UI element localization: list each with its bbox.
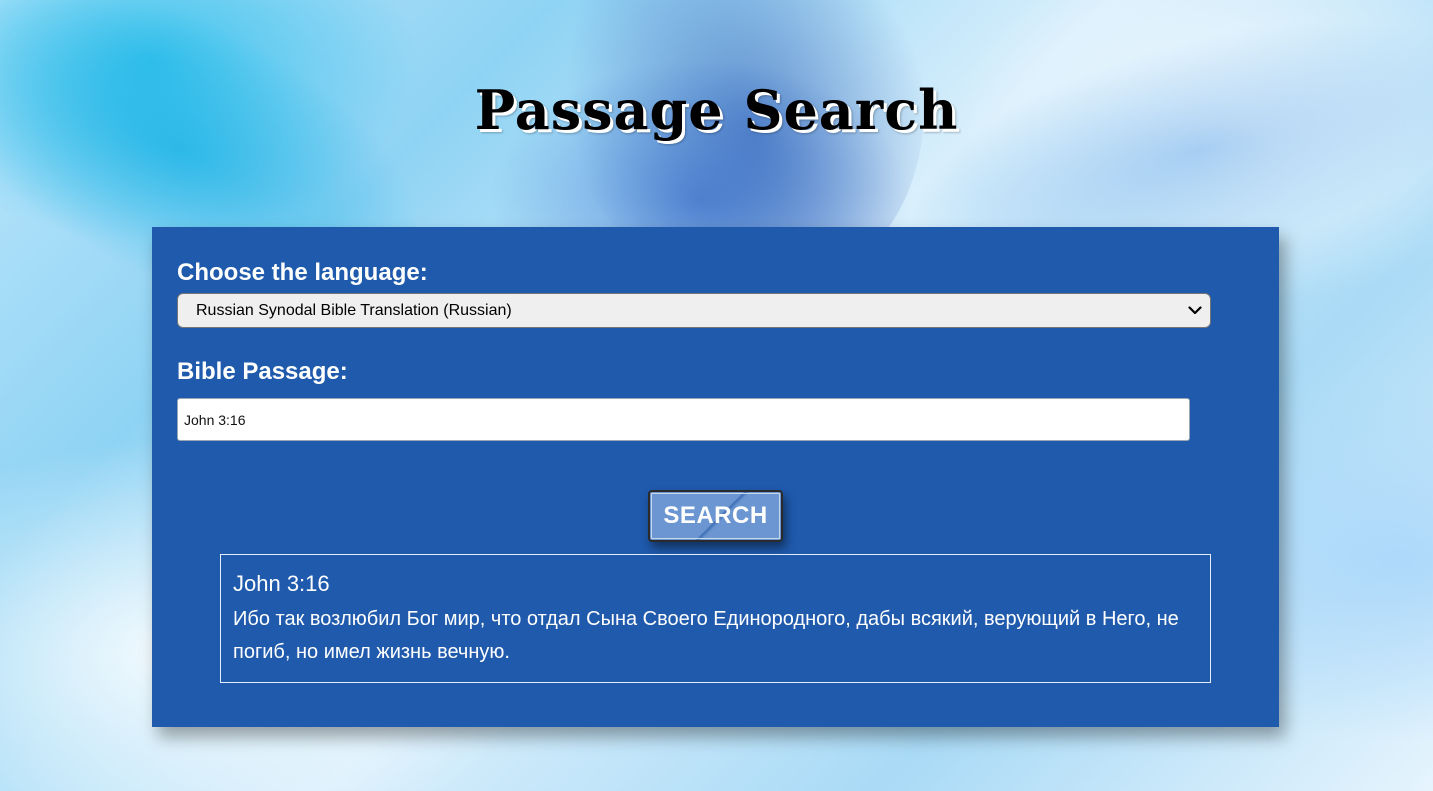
language-select[interactable]: Russian Synodal Bible Translation (Russi…	[177, 293, 1211, 328]
passage-input[interactable]	[177, 398, 1190, 441]
language-label: Choose the language:	[177, 259, 428, 286]
search-panel: Choose the language: Russian Synodal Bib…	[152, 227, 1279, 727]
chevron-down-icon	[1184, 303, 1206, 319]
language-select-value: Russian Synodal Bible Translation (Russi…	[196, 301, 512, 319]
page-title: Passage Search	[474, 78, 959, 142]
search-button[interactable]: SEARCH	[648, 490, 783, 542]
result-reference: John 3:16	[233, 571, 330, 596]
passage-label: Bible Passage:	[177, 358, 348, 385]
result-text: Ибо так возлюбил Бог мир, что отдал Сына…	[233, 608, 1179, 663]
result-box: John 3:16 Ибо так возлюбил Бог мир, что …	[220, 554, 1211, 683]
